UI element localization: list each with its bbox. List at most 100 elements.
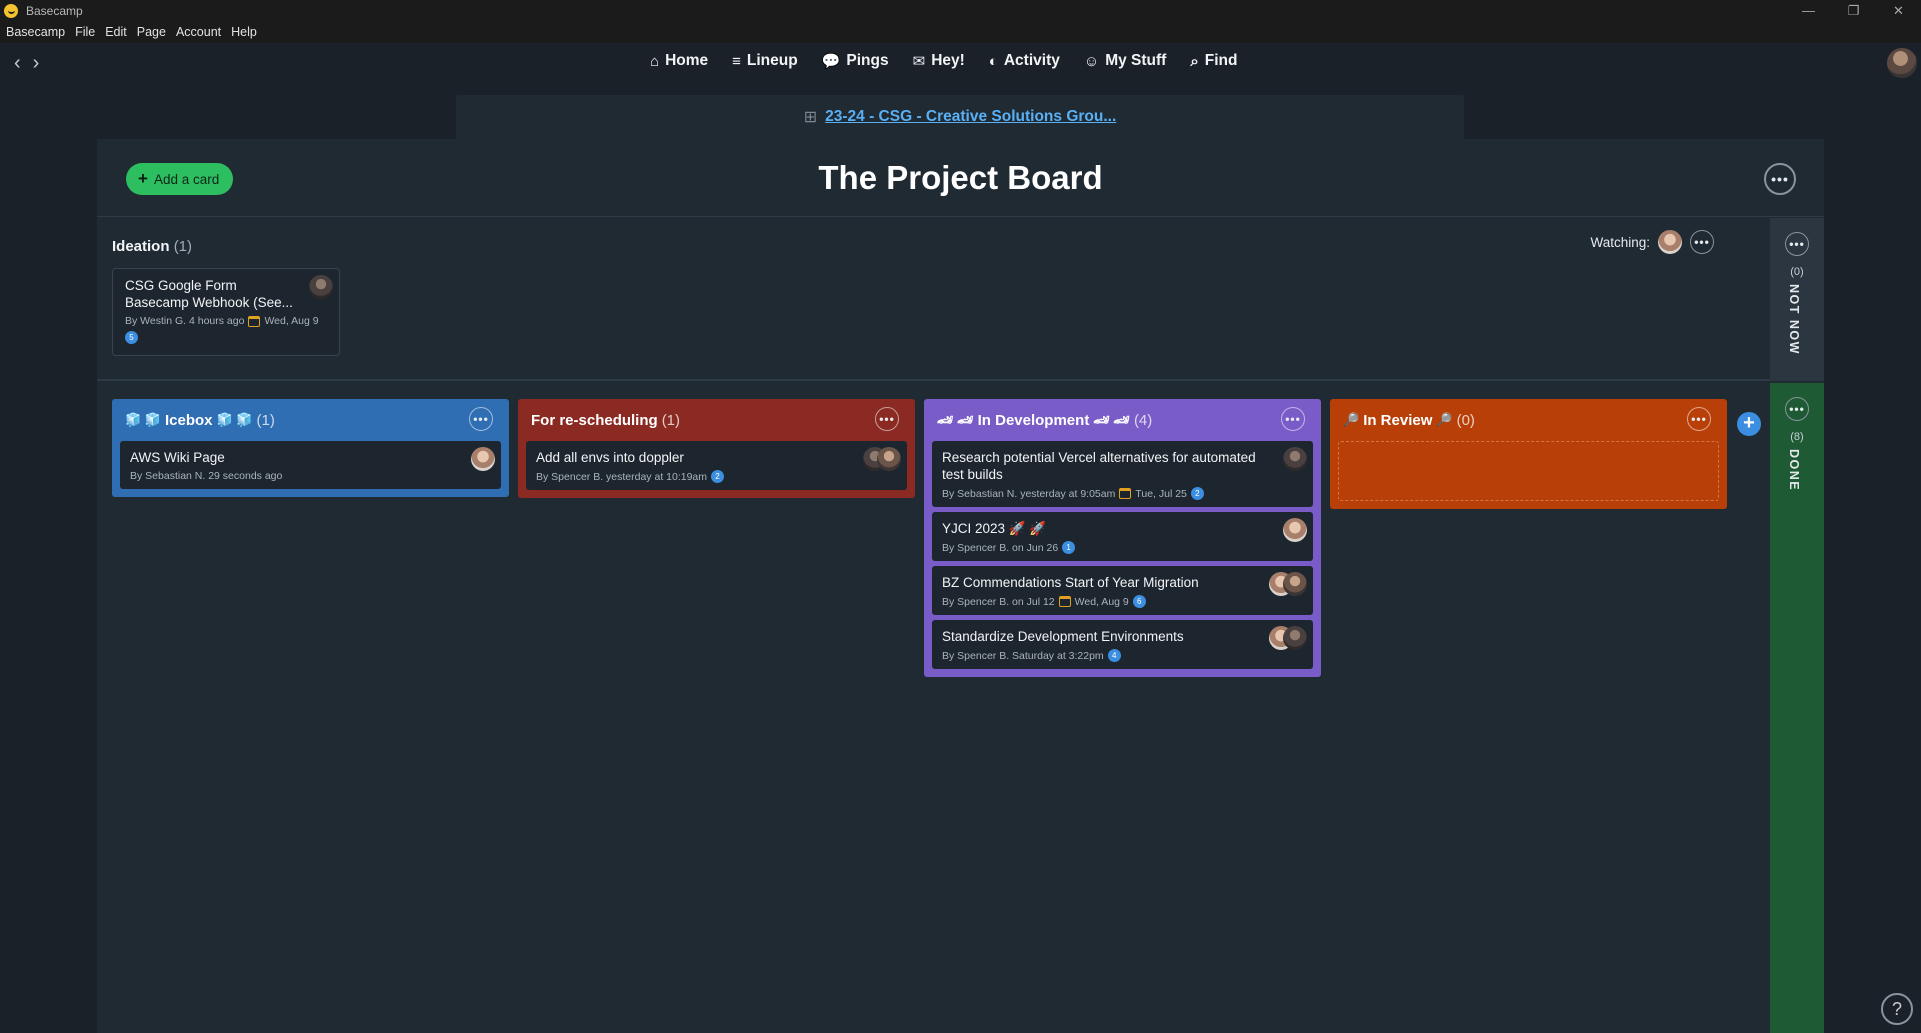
lineup-icon: ≡ bbox=[732, 52, 741, 70]
column-icebox: 🧊 🧊 Icebox 🧊 🧊 (1) ••• AWS Wiki Page By … bbox=[112, 399, 509, 497]
card[interactable]: Standardize Development Environments By … bbox=[932, 620, 1313, 669]
card-due-date: Wed, Aug 9 bbox=[1074, 595, 1129, 608]
done-options-button[interactable]: ••• bbox=[1785, 397, 1809, 421]
magnifier-icon: 🔎 bbox=[1343, 412, 1360, 427]
column-title: 🧊 🧊 Icebox 🧊 🧊 (1) bbox=[125, 412, 275, 429]
column-options-button[interactable]: ••• bbox=[469, 407, 493, 431]
nav-find[interactable]: ⌕ Find bbox=[1190, 52, 1237, 70]
avatar bbox=[1283, 572, 1307, 596]
menu-file[interactable]: File bbox=[75, 25, 95, 39]
card-title: CSG Google Form Basecamp Webhook (See... bbox=[125, 278, 293, 310]
watcher-avatar[interactable] bbox=[1658, 230, 1682, 254]
find-icon: ⌕ bbox=[1190, 52, 1199, 70]
ice-cube-icon: 🧊 🧊 bbox=[125, 412, 161, 427]
not-now-column[interactable]: ••• (0) NOT NOW bbox=[1770, 218, 1824, 381]
card[interactable]: AWS Wiki Page By Sebastian N. 29 seconds… bbox=[120, 441, 501, 489]
forward-arrow-icon[interactable]: › bbox=[33, 53, 40, 73]
window-controls: — ❐ ✕ bbox=[1786, 0, 1921, 21]
avatar bbox=[309, 275, 333, 299]
not-now-label: NOT NOW bbox=[1787, 284, 1801, 355]
ideation-options-button[interactable]: ••• bbox=[1690, 230, 1714, 254]
restore-button[interactable]: ❐ bbox=[1831, 0, 1876, 21]
column-header: 🧊 🧊 Icebox 🧊 🧊 (1) ••• bbox=[120, 399, 501, 441]
card-meta: By Sebastian N. yesterday at 9:05am Tue,… bbox=[942, 487, 1303, 500]
add-column-button[interactable]: + bbox=[1737, 412, 1761, 436]
column-options-button[interactable]: ••• bbox=[1281, 407, 1305, 431]
nav-mystuff[interactable]: ☺ My Stuff bbox=[1084, 52, 1166, 70]
column-title: 🔎 In Review 🔎 (0) bbox=[1343, 412, 1475, 429]
empty-drop-zone[interactable] bbox=[1338, 441, 1719, 501]
menu-account[interactable]: Account bbox=[176, 25, 221, 39]
nav-home-label: Home bbox=[665, 52, 709, 69]
card-meta: By Spencer B. on Jun 26 1 bbox=[942, 541, 1303, 554]
back-arrow-icon[interactable]: ‹ bbox=[14, 53, 21, 73]
column-in-development: 🏎 🏎 In Development 🏎 🏎 (4) ••• Research … bbox=[924, 399, 1321, 677]
column-title-text: For re-scheduling bbox=[531, 411, 658, 429]
ideation-heading: Ideation (1) bbox=[112, 238, 192, 255]
card-meta: By Spencer B. yesterday at 10:19am 2 bbox=[536, 470, 897, 483]
project-link[interactable]: 23-24 - CSG - Creative Solutions Grou... bbox=[825, 108, 1116, 126]
nav-find-label: Find bbox=[1204, 52, 1238, 69]
column-title: For re-scheduling (1) bbox=[531, 412, 680, 429]
magnifier-icon: 🔎 bbox=[1436, 412, 1453, 427]
column-title-text: Icebox bbox=[165, 411, 213, 429]
column-count: (1) bbox=[661, 411, 681, 429]
card-author: By Spencer B. on Jul 12 bbox=[942, 595, 1055, 608]
card-avatar bbox=[1283, 447, 1307, 471]
card[interactable]: Add all envs into doppler By Spencer B. … bbox=[526, 441, 907, 490]
watching-group: Watching: ••• bbox=[1590, 230, 1714, 254]
nav-hey[interactable]: ✉ Hey! bbox=[913, 52, 965, 70]
ideation-card[interactable]: CSG Google Form Basecamp Webhook (See...… bbox=[112, 268, 340, 356]
card-due-date: Wed, Aug 9 bbox=[264, 315, 319, 327]
nav-lineup[interactable]: ≡ Lineup bbox=[732, 52, 798, 70]
nav-pings[interactable]: 💬 Pings bbox=[822, 52, 889, 70]
comment-count-badge: 6 bbox=[1132, 595, 1146, 608]
menu-edit[interactable]: Edit bbox=[105, 25, 127, 39]
avatar bbox=[877, 447, 901, 471]
avatar bbox=[1283, 447, 1307, 471]
ice-cube-icon: 🧊 🧊 bbox=[216, 412, 253, 427]
column-title: 🏎 🏎 In Development 🏎 🏎 (4) bbox=[937, 412, 1152, 429]
column-options-button[interactable]: ••• bbox=[1687, 407, 1711, 431]
column-header: 🏎 🏎 In Development 🏎 🏎 (4) ••• bbox=[932, 399, 1313, 441]
history-arrows: ‹ › bbox=[14, 53, 39, 73]
activity-icon: ◐ bbox=[988, 52, 998, 70]
column-count: (4) bbox=[1133, 411, 1153, 429]
card[interactable]: BZ Commendations Start of Year Migration… bbox=[932, 566, 1313, 615]
column-title-text: In Review bbox=[1363, 411, 1433, 429]
menu-help[interactable]: Help bbox=[231, 25, 257, 39]
card-meta: By Sebastian N. 29 seconds ago bbox=[130, 470, 491, 482]
card-author: By Spencer B. yesterday at 10:19am bbox=[536, 470, 708, 483]
menu-page[interactable]: Page bbox=[137, 25, 166, 39]
card-avatar bbox=[309, 275, 333, 299]
race-car-icon: 🏎 🏎 bbox=[937, 412, 974, 427]
card-title: Add all envs into doppler bbox=[536, 450, 684, 465]
column-count: (0) bbox=[1456, 411, 1475, 429]
nav-activity[interactable]: ◐ Activity bbox=[989, 52, 1060, 70]
user-avatar[interactable] bbox=[1887, 48, 1917, 78]
race-car-icon: 🏎 🏎 bbox=[1093, 412, 1130, 427]
nav-home[interactable]: ⌂ Home bbox=[650, 52, 708, 70]
window-title: Basecamp bbox=[26, 3, 83, 18]
done-column[interactable]: ••• (8) DONE bbox=[1770, 383, 1824, 1033]
nav-pings-label: Pings bbox=[846, 52, 889, 69]
column-options-button[interactable]: ••• bbox=[875, 407, 899, 431]
pings-icon: 💬 bbox=[821, 53, 841, 70]
column-header: For re-scheduling (1) ••• bbox=[526, 399, 907, 441]
column-in-review: 🔎 In Review 🔎 (0) ••• bbox=[1330, 399, 1727, 509]
board-options-button[interactable]: ••• bbox=[1764, 163, 1796, 195]
nav-links: ⌂ Home ≡ Lineup 💬 Pings ✉ Hey! ◐ Activit… bbox=[650, 52, 1237, 70]
menu-basecamp[interactable]: Basecamp bbox=[6, 25, 65, 39]
help-button[interactable]: ? bbox=[1881, 993, 1913, 1025]
minimize-button[interactable]: — bbox=[1786, 0, 1831, 21]
ideation-count: (1) bbox=[173, 238, 193, 255]
card[interactable]: Research potential Vercel alternatives f… bbox=[932, 441, 1313, 507]
card-due-date: Tue, Jul 25 bbox=[1135, 487, 1187, 500]
card-meta: By Spencer B. Saturday at 3:22pm 4 bbox=[942, 649, 1303, 662]
comment-count-badge: 2 bbox=[711, 470, 725, 483]
avatar bbox=[1283, 626, 1307, 650]
card-author: By Sebastian N. yesterday at 9:05am bbox=[942, 487, 1116, 500]
not-now-options-button[interactable]: ••• bbox=[1785, 232, 1809, 256]
close-button[interactable]: ✕ bbox=[1876, 0, 1921, 21]
card[interactable]: YJCI 2023 🚀 🚀 By Spencer B. on Jun 26 1 bbox=[932, 512, 1313, 561]
